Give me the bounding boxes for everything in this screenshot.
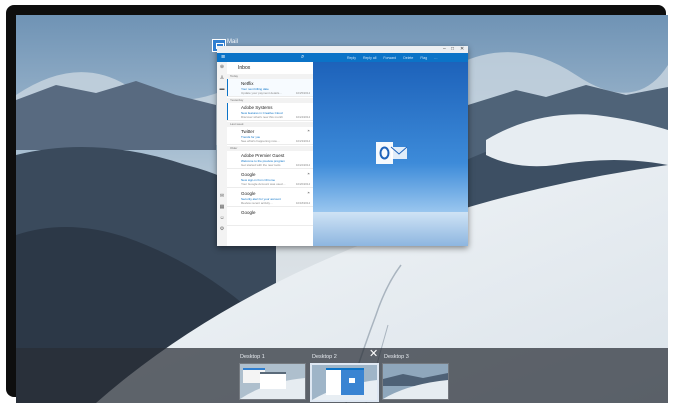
delete-button[interactable]: Delete: [403, 56, 413, 60]
unread-indicator: [227, 79, 228, 96]
feedback-icon[interactable]: ☺: [219, 216, 225, 221]
message-sender: Adobe Systems: [241, 105, 273, 110]
flag-button[interactable]: Flag: [420, 56, 427, 60]
app-title: Mail: [227, 39, 239, 45]
reply-all-button[interactable]: Reply all: [363, 56, 376, 60]
message-sender: Twitter: [241, 129, 255, 134]
message-date: 10/24/2014: [296, 115, 310, 119]
hamburger-icon[interactable]: ≡: [221, 54, 225, 61]
message-date: 10/23/2014: [296, 139, 310, 143]
command-actions: Reply Reply all Forward Delete Flag …: [347, 53, 438, 62]
more-button[interactable]: …: [434, 56, 438, 60]
message-preview: Update your payment details…: [241, 91, 283, 95]
message-preview: Your Google Account was used…: [241, 182, 286, 186]
folder-icon[interactable]: ▬: [219, 87, 225, 92]
desktop-thumbnail-2[interactable]: [310, 363, 379, 402]
flag-icon[interactable]: ⚑: [307, 129, 310, 133]
reading-pane: [313, 62, 468, 246]
thumbnail-3-image: [383, 364, 448, 399]
list-item[interactable]: Twitter ⚑ Trends for you See what's happ…: [227, 127, 313, 145]
folder-title: Inbox: [238, 65, 251, 71]
reading-pane-horizon: [313, 212, 468, 246]
message-sender: Google: [241, 191, 256, 196]
settings-icon[interactable]: ⚙: [219, 227, 225, 232]
screen: Mail – □ ✕ ≡ ⌕ Reply Reply all Forward D…: [16, 15, 668, 403]
desktop-label-3: Desktop 3: [384, 354, 409, 360]
command-bar: ≡ ⌕ Reply Reply all Forward Delete Flag …: [217, 53, 468, 62]
calendar-icon[interactable]: ▦: [219, 205, 225, 210]
message-date: 10/25/2014: [296, 91, 310, 95]
search-icon[interactable]: ⌕: [301, 54, 304, 61]
list-item[interactable]: Google ⚑ New sign-in from Chrome Your Go…: [227, 170, 313, 188]
message-preview: Discover what's new this month: [241, 115, 283, 119]
maximize-button[interactable]: □: [451, 47, 454, 52]
forward-button[interactable]: Forward: [383, 56, 396, 60]
message-date: 10/18/2014: [296, 201, 310, 205]
reply-button[interactable]: Reply: [347, 56, 356, 60]
list-item[interactable]: Adobe Systems New features in Creative C…: [227, 103, 313, 121]
message-sender: Google: [241, 210, 256, 215]
list-item[interactable]: Google: [227, 208, 313, 226]
task-view-strip: Desktop 1 Desktop 2 ✕ Desktop 3: [16, 348, 668, 403]
desktop-label-2: Desktop 2: [312, 354, 337, 360]
list-item[interactable]: Adobe Premier Guest Welcome to the previ…: [227, 151, 313, 169]
titlebar[interactable]: – □ ✕: [217, 46, 468, 53]
message-sender: Adobe Premier Guest: [241, 153, 285, 158]
unread-indicator: [227, 103, 228, 120]
close-desktop-icon[interactable]: ✕: [369, 349, 378, 360]
list-item[interactable]: Netflix Your next billing date Update yo…: [227, 79, 313, 97]
minimize-button[interactable]: –: [443, 47, 446, 52]
message-sender: Google: [241, 172, 256, 177]
close-window-button[interactable]: ✕: [460, 47, 464, 52]
message-sender: Netflix: [241, 81, 254, 86]
message-date: 10/20/2014: [296, 182, 310, 186]
flag-icon[interactable]: ⚑: [307, 172, 310, 176]
desktop-thumbnail-3[interactable]: [382, 363, 449, 400]
thumbnail-1-image: [240, 364, 305, 399]
message-preview: Review recent activity…: [241, 201, 274, 205]
mail-icon[interactable]: ✉: [219, 194, 225, 199]
account-icon[interactable]: ♙: [219, 76, 225, 81]
thumbnail-2-image: [312, 365, 377, 400]
outlook-icon: [376, 142, 408, 164]
new-mail-icon[interactable]: ⊕: [219, 65, 225, 70]
message-date: 10/22/2014: [296, 163, 310, 167]
mail-window[interactable]: Mail – □ ✕ ≡ ⌕ Reply Reply all Forward D…: [212, 39, 468, 246]
desktop-thumbnail-1[interactable]: [239, 363, 306, 400]
message-list: Inbox Today Netflix Your next billing da…: [227, 62, 313, 246]
desktop-label-1: Desktop 1: [240, 354, 265, 360]
left-rail: ⊕ ♙ ▬ ✉ ▦ ☺ ⚙: [217, 62, 227, 246]
list-item[interactable]: Google ⚑ Security alert for your account…: [227, 189, 313, 207]
message-preview: Get started with the new tools: [241, 163, 281, 167]
device-frame: Mail – □ ✕ ≡ ⌕ Reply Reply all Forward D…: [6, 5, 668, 403]
flag-icon[interactable]: ⚑: [307, 191, 310, 195]
message-preview: See what's happening now…: [241, 139, 280, 143]
